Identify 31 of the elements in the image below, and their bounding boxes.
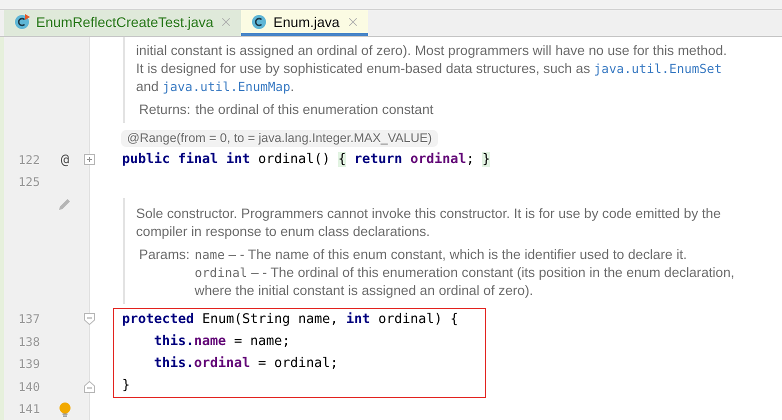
lightbulb-icon[interactable] — [59, 402, 71, 417]
doc-link[interactable]: java.util.EnumSet — [594, 61, 722, 76]
code-line: this.ordinal = ordinal; — [153, 355, 340, 373]
line-number: 137 — [17, 311, 40, 328]
line-number: 139 — [17, 356, 40, 373]
editor-tab[interactable]: Enum.java — [241, 10, 368, 36]
doc-paragraph: Sole constructor. Programmers cannot invoke this constructor. It is for use by code emitted by the compiler in response to enum class declarations. — [136, 205, 722, 241]
param-description: ordinal – - The ordinal of this enumeration constant (its position in the enum declaration, where the initial constant is assigned an ordinal of zero). — [194, 264, 736, 300]
line-number: 125 — [17, 174, 40, 191]
editor-tab[interactable]: EnumReflectCreateTest.java — [4, 10, 242, 36]
params-label: Params: — [139, 246, 190, 264]
pencil-icon[interactable] — [58, 197, 72, 211]
doc-link[interactable]: java.util.EnumMap — [162, 79, 290, 94]
tab-label: Enum.java — [273, 14, 340, 30]
tab-label: EnumReflectCreateTest.java — [36, 14, 214, 30]
inlay-annotation: @Range(from = 0, to = java.lang.Integer.MAX_VALUE) — [121, 130, 438, 147]
line-number: 141 — [17, 401, 40, 418]
code-line: } — [122, 377, 132, 395]
override-marker[interactable]: @ — [60, 149, 70, 171]
param-description: name – - The name of this enum constant, which is the identifier used to declare it. — [194, 246, 688, 264]
returns-text: the ordinal of this enumeration constant — [195, 101, 434, 119]
returns-label: Returns: — [139, 101, 190, 119]
fold-start-icon[interactable] — [84, 313, 95, 325]
expand-fold-icon[interactable] — [84, 154, 95, 165]
code-line: protected Enum(String name, int ordinal) { — [122, 311, 460, 329]
code-line: this.name = name; — [153, 333, 292, 351]
line-number: 138 — [17, 334, 40, 350]
line-number: 122 — [17, 152, 40, 169]
doc-paragraph: initial constant is assigned an ordinal of zero). Most programmers will have no use for this method. It is designed for use by sophisticated enum-based data structures, such as java.util.EnumSet and java.util.EnumMap. — [136, 42, 728, 96]
line-number: 140 — [17, 378, 40, 396]
fold-end-icon[interactable] — [84, 380, 95, 392]
